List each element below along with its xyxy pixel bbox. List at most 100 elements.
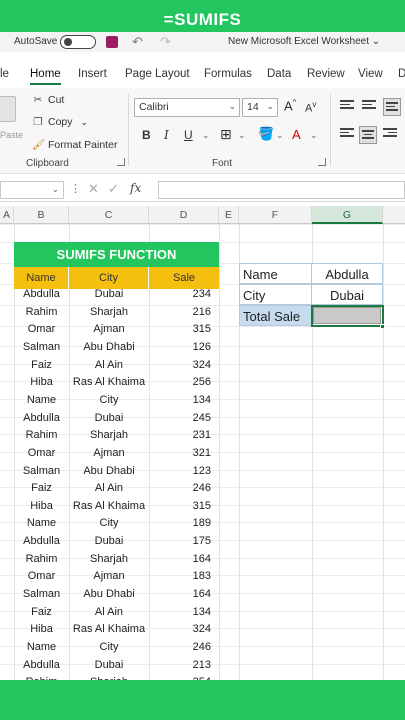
cell-sale[interactable]: 134 bbox=[149, 604, 219, 621]
cell-name[interactable]: Rahim bbox=[14, 304, 69, 321]
cell-city[interactable]: Abu Dhabi bbox=[69, 463, 149, 480]
align-middle-icon[interactable] bbox=[362, 100, 376, 112]
cell-name[interactable]: Omar bbox=[14, 568, 69, 585]
cell-sale[interactable]: 246 bbox=[149, 480, 219, 497]
cell-city[interactable]: Sharjah bbox=[69, 304, 149, 321]
tab-review[interactable]: Review bbox=[307, 68, 345, 80]
cell-sale[interactable]: 123 bbox=[149, 463, 219, 480]
cell-sale[interactable]: 126 bbox=[149, 339, 219, 356]
cell-sale[interactable]: 231 bbox=[149, 427, 219, 444]
borders-dropdown[interactable]: ⌄ bbox=[238, 130, 246, 141]
spreadsheet-grid[interactable]: A B C D E F G SUMIFS FUNCTION Name City … bbox=[0, 206, 405, 680]
cell-city[interactable]: City bbox=[69, 639, 149, 656]
font-size-select[interactable]: 14 ⌄ bbox=[242, 98, 278, 117]
column-header-e[interactable]: E bbox=[219, 206, 239, 224]
borders-icon[interactable]: ⊞ bbox=[220, 126, 232, 143]
cell-name[interactable]: Salman bbox=[14, 339, 69, 356]
decrease-font-button[interactable]: Av bbox=[305, 100, 316, 115]
cell-sale[interactable]: 246 bbox=[149, 639, 219, 656]
cut-button[interactable]: ✂ Cut bbox=[32, 94, 65, 106]
fill-color-icon[interactable]: 🪣 bbox=[258, 126, 274, 142]
cell-sale[interactable]: 213 bbox=[149, 657, 219, 674]
column-header-a[interactable]: A bbox=[0, 206, 14, 224]
cell-name[interactable]: Salman bbox=[14, 586, 69, 603]
cell-sale[interactable]: 175 bbox=[149, 533, 219, 550]
cell-city[interactable]: Al Ain bbox=[69, 357, 149, 374]
cell-city[interactable]: Dubai bbox=[69, 286, 149, 303]
font-name-select[interactable]: Calibri ⌄ bbox=[134, 98, 240, 117]
autosave-toggle[interactable] bbox=[60, 35, 96, 49]
cell-city[interactable]: Abu Dhabi bbox=[69, 586, 149, 603]
cell-name[interactable]: Abdulla bbox=[14, 533, 69, 550]
tab-data[interactable]: Data bbox=[267, 68, 291, 80]
cell-sale[interactable]: 324 bbox=[149, 357, 219, 374]
cell-name[interactable]: Salman bbox=[14, 463, 69, 480]
tab-insert[interactable]: Insert bbox=[78, 68, 107, 80]
criteria-name-label[interactable]: Name bbox=[239, 263, 312, 284]
tab-view[interactable]: View bbox=[358, 68, 383, 80]
cell-name[interactable]: Hiba bbox=[14, 621, 69, 638]
save-icon[interactable] bbox=[106, 36, 118, 48]
align-bottom-icon[interactable] bbox=[383, 98, 401, 116]
align-left-icon[interactable] bbox=[340, 128, 354, 140]
increase-font-button[interactable]: A^ bbox=[284, 98, 296, 113]
column-header-c[interactable]: C bbox=[69, 206, 149, 224]
chevron-down-icon[interactable]: ⌄ bbox=[81, 117, 89, 128]
italic-button[interactable]: I bbox=[164, 128, 169, 142]
criteria-city-label[interactable]: City bbox=[239, 284, 312, 305]
tab-file[interactable]: le bbox=[0, 68, 9, 80]
column-header-f[interactable]: F bbox=[239, 206, 312, 224]
name-box[interactable]: ⌄ bbox=[0, 181, 64, 199]
cell-city[interactable]: Sharjah bbox=[69, 427, 149, 444]
font-color-icon[interactable]: A bbox=[292, 127, 301, 142]
cell-sale[interactable]: 234 bbox=[149, 286, 219, 303]
align-right-icon[interactable] bbox=[383, 128, 397, 140]
paste-button[interactable]: Paste bbox=[0, 94, 23, 140]
cell-name[interactable]: Abdulla bbox=[14, 286, 69, 303]
fill-color-dropdown[interactable]: ⌄ bbox=[276, 130, 284, 141]
font-launcher-icon[interactable] bbox=[318, 158, 326, 166]
cell-name[interactable]: Hiba bbox=[14, 498, 69, 515]
insert-function-icon[interactable]: fx bbox=[130, 181, 141, 195]
cell-city[interactable]: Ras Al Khaima bbox=[69, 374, 149, 391]
cell-sale[interactable]: 164 bbox=[149, 586, 219, 603]
column-header-d[interactable]: D bbox=[149, 206, 219, 224]
cell-city[interactable]: Ras Al Khaima bbox=[69, 498, 149, 515]
redo-icon[interactable]: ↷ bbox=[160, 34, 171, 50]
cell-sale[interactable]: 324 bbox=[149, 621, 219, 638]
cell-city[interactable]: City bbox=[69, 515, 149, 532]
cell-sale[interactable]: 321 bbox=[149, 445, 219, 462]
cell-name[interactable]: Rahim bbox=[14, 551, 69, 568]
cell-city[interactable]: Dubai bbox=[69, 533, 149, 550]
cell-sale[interactable]: 189 bbox=[149, 515, 219, 532]
cell-sale[interactable]: 216 bbox=[149, 304, 219, 321]
cell-sale[interactable]: 134 bbox=[149, 392, 219, 409]
cell-name[interactable]: Rahim bbox=[14, 427, 69, 444]
cell-sale[interactable]: 183 bbox=[149, 568, 219, 585]
cell-name[interactable]: Name bbox=[14, 392, 69, 409]
copy-button[interactable]: ❐ Copy ⌄ bbox=[32, 116, 88, 128]
font-color-dropdown[interactable]: ⌄ bbox=[310, 130, 318, 141]
underline-button[interactable]: U bbox=[184, 128, 193, 142]
cell-sale[interactable]: 164 bbox=[149, 551, 219, 568]
cell-name[interactable]: Faiz bbox=[14, 604, 69, 621]
total-sale-label[interactable]: Total Sale bbox=[239, 305, 312, 326]
cell-name[interactable]: Abdulla bbox=[14, 657, 69, 674]
cell-sale[interactable]: 256 bbox=[149, 374, 219, 391]
cell-name[interactable]: Faiz bbox=[14, 357, 69, 374]
table-title[interactable]: SUMIFS FUNCTION bbox=[14, 242, 219, 267]
tab-developer[interactable]: D bbox=[398, 68, 405, 80]
tab-page-layout[interactable]: Page Layout bbox=[125, 68, 190, 80]
cell-city[interactable]: Ras Al Khaima bbox=[69, 621, 149, 638]
cell-name[interactable]: Name bbox=[14, 639, 69, 656]
cell-sale[interactable]: 315 bbox=[149, 321, 219, 338]
cell-name[interactable]: Hiba bbox=[14, 374, 69, 391]
cell-name[interactable]: Name bbox=[14, 515, 69, 532]
cell-name[interactable]: Faiz bbox=[14, 480, 69, 497]
cell-sale[interactable]: 245 bbox=[149, 410, 219, 427]
tab-formulas[interactable]: Formulas bbox=[204, 68, 252, 80]
align-top-icon[interactable] bbox=[340, 100, 354, 112]
cell-city[interactable]: Ajman bbox=[69, 445, 149, 462]
cell-name[interactable]: Abdulla bbox=[14, 410, 69, 427]
cell-city[interactable]: Abu Dhabi bbox=[69, 339, 149, 356]
